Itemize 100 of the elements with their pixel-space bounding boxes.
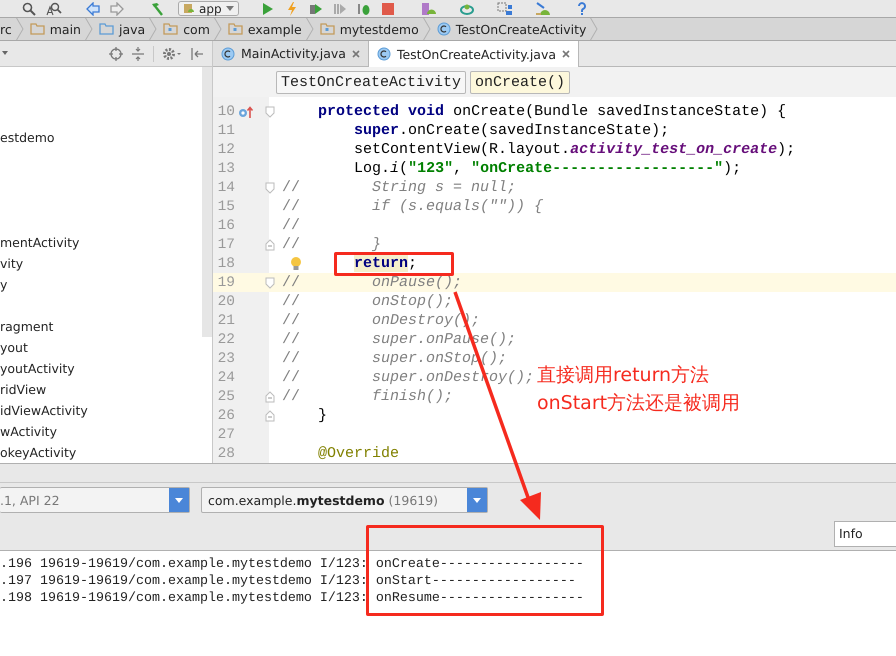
code-line: // onPause();	[282, 274, 462, 291]
line-number: 26	[216, 408, 235, 424]
device-dropdown[interactable]: .1, API 22	[0, 487, 190, 513]
log-level-dropdown[interactable]: Info	[834, 520, 896, 546]
structure-crumb[interactable]: TestOnCreateActivity	[276, 70, 466, 94]
override-icon[interactable]	[238, 104, 254, 118]
breadcrumb-item[interactable]: mytestdemo	[314, 22, 423, 36]
code-line: // String s = null;	[282, 179, 516, 196]
package-icon	[320, 23, 335, 35]
android-icon	[183, 2, 195, 14]
device-manager-icon[interactable]	[420, 2, 437, 16]
folder-icon	[98, 23, 114, 35]
tree-item[interactable]: ridView	[0, 382, 46, 397]
line-number: 17	[216, 236, 235, 252]
code-line: // finish();	[282, 388, 454, 405]
close-icon[interactable]	[562, 50, 570, 58]
process-dropdown[interactable]: com.example.mytestdemo (19619)	[201, 487, 488, 513]
back-arrow-icon[interactable]	[86, 2, 100, 16]
tree-item[interactable]: y	[0, 277, 8, 292]
breadcrumb-item[interactable]: example	[222, 22, 306, 36]
code-line: //	[282, 217, 300, 234]
collapse-icon[interactable]	[131, 46, 145, 60]
line-number: 28	[216, 446, 235, 462]
tree-item[interactable]: youtActivity	[0, 361, 75, 376]
find-replace-icon[interactable]	[46, 2, 62, 16]
line-number: 21	[216, 312, 235, 328]
line-number: 13	[216, 160, 235, 176]
line-number: 25	[216, 388, 235, 404]
editor-tab[interactable]: TestOnCreateActivity.java	[368, 41, 580, 67]
package-icon	[163, 23, 178, 35]
line-number: 16	[216, 218, 235, 234]
layout-icon[interactable]	[496, 2, 513, 16]
scrollbar[interactable]	[202, 67, 212, 337]
bug-icon[interactable]	[356, 2, 371, 16]
tree-item[interactable]: vity	[0, 256, 24, 271]
class-icon	[376, 47, 391, 61]
structure-crumb[interactable]: onCreate()	[470, 70, 570, 94]
code-line: super.onCreate(savedInstanceState);	[353, 122, 670, 139]
close-icon[interactable]	[352, 50, 360, 58]
line-number: 11	[216, 122, 235, 138]
line-number: 12	[216, 142, 235, 158]
line-number: 24	[216, 370, 235, 386]
tree-item[interactable]: estdemo	[0, 130, 55, 145]
class-icon	[221, 46, 235, 60]
log-line: .196 19619-19619/com.example.mytestdemo I/123: onCreate------------------	[0, 556, 585, 573]
annotation-text: onStart方法还是被调用	[537, 391, 740, 416]
code-line: }	[317, 407, 328, 424]
tree-item[interactable]: wActivity	[0, 424, 57, 439]
code-line: @Override	[317, 445, 400, 462]
debug-run-icon[interactable]	[308, 2, 323, 16]
line-number: 19	[216, 274, 235, 290]
gear-icon[interactable]	[162, 46, 182, 60]
hide-panel-icon[interactable]	[190, 46, 204, 60]
line-number: 23	[216, 350, 235, 366]
code-line: setContentView(R.layout.activity_test_on_create);	[353, 141, 796, 158]
code-line: Log.i("123", "onCreate------------------");	[353, 160, 742, 177]
log-line: .197 19619-19619/com.example.mytestdemo I/123: onStart------------------	[0, 573, 577, 590]
tree-item[interactable]: okeyActivity	[0, 445, 76, 460]
fold-marker-icon[interactable]	[264, 410, 274, 422]
run-config-dropdown[interactable]: app	[178, 1, 239, 16]
stop-icon[interactable]	[380, 2, 395, 16]
locate-icon[interactable]	[109, 46, 123, 60]
tree-item[interactable]: ragment	[0, 319, 54, 334]
breadcrumb-item[interactable]: rc	[0, 22, 16, 36]
line-number: 20	[216, 294, 235, 310]
package-icon	[228, 23, 243, 35]
tree-item[interactable]: idViewActivity	[0, 403, 88, 418]
code-line: // if (s.equals("")) {	[282, 198, 544, 215]
code-line: // }	[282, 236, 382, 253]
dropdown-caret-icon[interactable]	[2, 51, 8, 56]
fold-marker-icon[interactable]	[264, 390, 274, 402]
breadcrumb-item[interactable]: java	[92, 22, 150, 36]
tree-item[interactable]: yout	[0, 340, 28, 355]
code-line: // onStop();	[282, 293, 454, 310]
breadcrumb-item[interactable]: TestOnCreateActivity	[430, 22, 590, 36]
breadcrumb-item[interactable]: main	[24, 22, 85, 36]
lightbulb-icon[interactable]	[290, 256, 302, 271]
sdk-icon[interactable]	[458, 2, 475, 16]
forward-arrow-icon[interactable]	[110, 2, 124, 16]
line-number: 27	[216, 426, 235, 442]
search-icon[interactable]	[22, 2, 36, 16]
code-line: protected void onCreate(Bundle savedInstanceState) {	[317, 103, 786, 120]
tree-item[interactable]: mentActivity	[0, 235, 80, 250]
fold-marker-icon[interactable]	[264, 276, 274, 288]
fold-marker-icon[interactable]	[264, 106, 274, 118]
line-number: 22	[216, 332, 235, 348]
caret-icon	[226, 6, 234, 12]
annotation-text: 直接调用return方法	[537, 363, 710, 388]
folder-icon	[30, 23, 45, 35]
fold-marker-icon[interactable]	[264, 182, 274, 194]
monitor-icon[interactable]	[534, 2, 551, 16]
line-number: 18	[216, 256, 235, 272]
breadcrumb-item[interactable]: com	[157, 22, 214, 36]
help-icon[interactable]	[576, 2, 587, 16]
attach-icon[interactable]	[332, 2, 347, 16]
editor-tab[interactable]: MainActivity.java	[213, 41, 369, 66]
fold-marker-icon[interactable]	[264, 238, 274, 250]
line-number: 15	[216, 198, 235, 214]
class-icon	[436, 22, 451, 36]
hammer-icon[interactable]	[150, 2, 164, 16]
